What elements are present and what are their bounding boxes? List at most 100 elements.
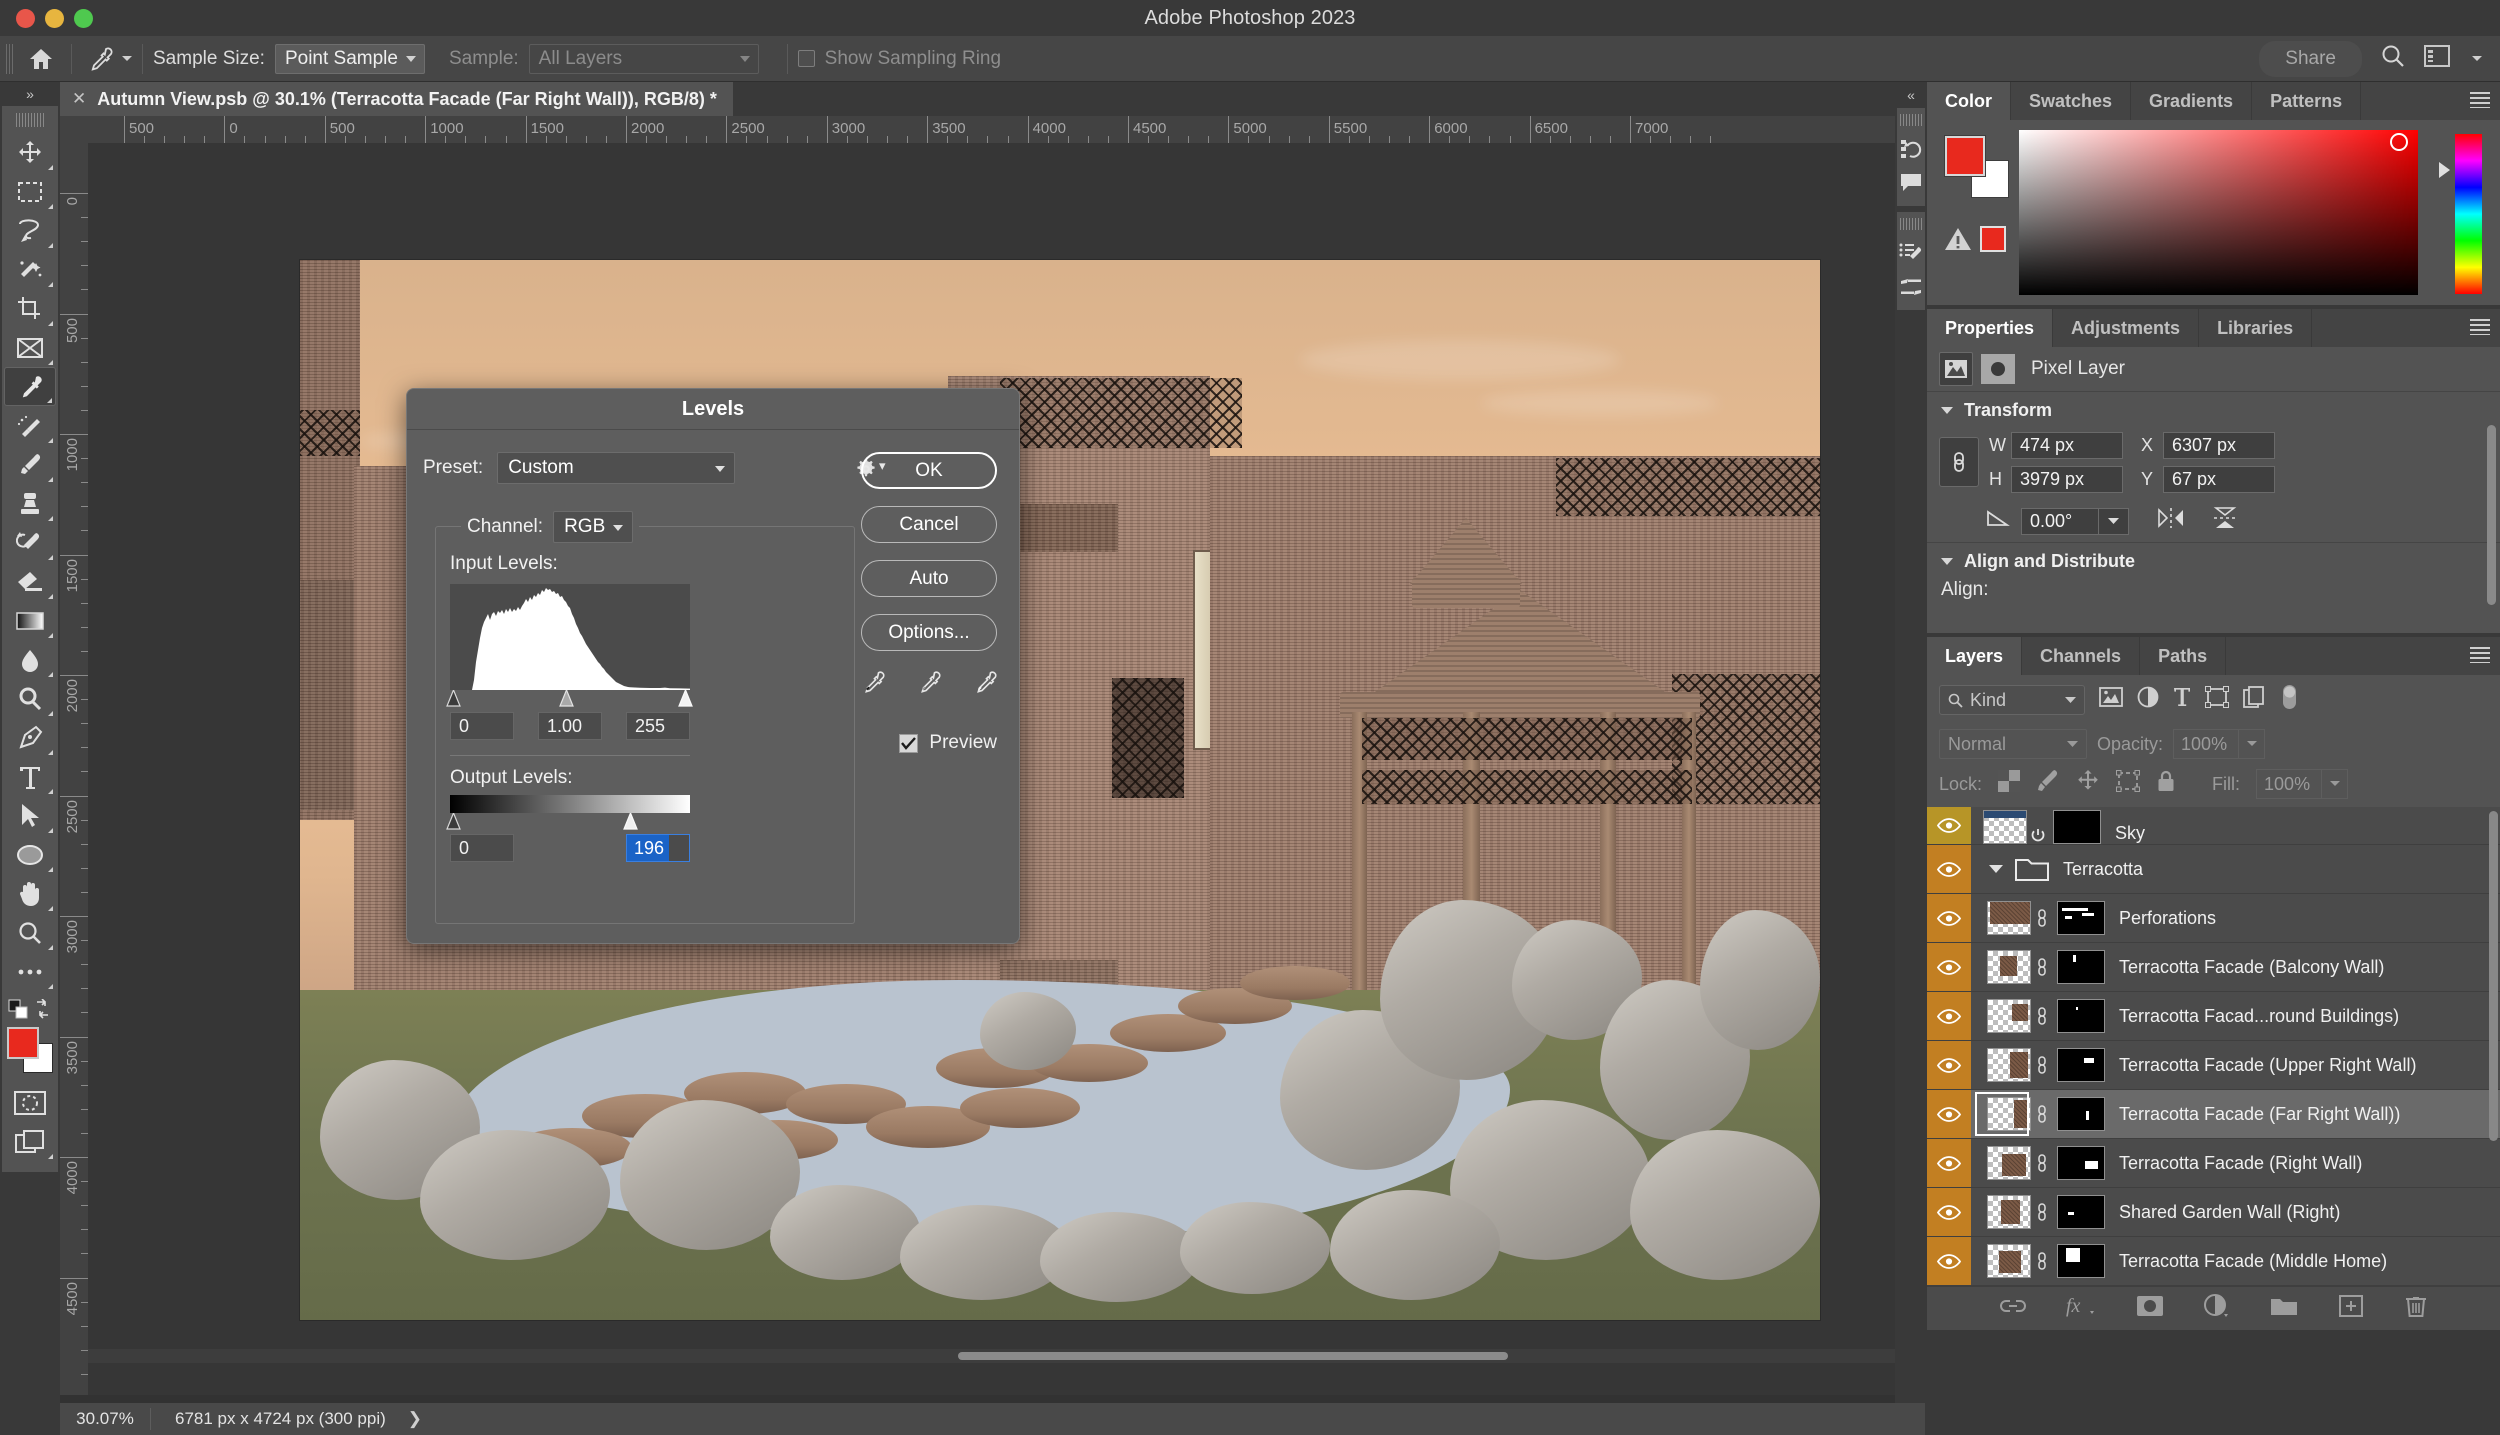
eyedropper-tool[interactable] xyxy=(4,367,56,406)
out-of-gamut-warning-icon[interactable] xyxy=(1943,226,1973,258)
layer-visibility-toggle[interactable] xyxy=(1927,1139,1971,1187)
delete-layer-icon[interactable] xyxy=(2404,1294,2428,1324)
layer-mask-thumbnail[interactable] xyxy=(2057,1146,2105,1180)
layer-name[interactable]: Terracotta Facade (Upper Right Wall) xyxy=(2119,1055,2416,1076)
layer-name[interactable]: Terracotta Facad...round Buildings) xyxy=(2119,1006,2399,1027)
double-chevron-left-icon[interactable]: « xyxy=(1895,82,1927,108)
tab-libraries[interactable]: Libraries xyxy=(2199,309,2313,347)
brush-tool[interactable] xyxy=(4,445,56,484)
layer-thumbnail[interactable] xyxy=(1987,1244,2031,1278)
output-levels-sliders[interactable] xyxy=(446,811,690,831)
hue-slider[interactable] xyxy=(2455,134,2482,294)
lasso-tool[interactable] xyxy=(4,211,56,250)
link-layers-icon[interactable] xyxy=(1999,1298,2026,1320)
layer-name[interactable]: Terracotta Facade (Right Wall) xyxy=(2119,1153,2362,1174)
quick-mask-icon[interactable] xyxy=(4,1083,56,1122)
layer-row[interactable]: Terracotta Facade (Right Wall) xyxy=(1927,1139,2500,1188)
layer-visibility-toggle[interactable] xyxy=(1927,1237,1971,1285)
new-adjustment-layer-icon[interactable] xyxy=(2203,1293,2230,1324)
layer-row[interactable]: Terracotta Facade (Far Right Wall)) xyxy=(1927,1090,2500,1139)
layer-thumbnail[interactable] xyxy=(1987,1146,2031,1180)
height-field[interactable]: 3979 px xyxy=(2011,465,2123,493)
width-field[interactable]: 474 px xyxy=(2011,431,2123,459)
tab-color[interactable]: Color xyxy=(1927,82,2011,120)
layer-visibility-toggle[interactable] xyxy=(1927,894,1971,942)
link-mask-icon[interactable] xyxy=(2031,1005,2053,1027)
link-mask-icon[interactable] xyxy=(2031,1201,2053,1223)
layer-list-scrollbar[interactable] xyxy=(2489,811,2498,1141)
color-field-handle[interactable] xyxy=(2390,133,2408,151)
layer-row[interactable]: Terracotta Facade (Middle Home) xyxy=(1927,1237,2500,1286)
tab-channels[interactable]: Channels xyxy=(2022,637,2141,675)
hue-slider-handle[interactable] xyxy=(2439,162,2450,178)
screen-mode-icon[interactable] xyxy=(4,1122,56,1161)
layer-visibility-toggle[interactable] xyxy=(1927,845,1971,893)
channel-select[interactable]: RGB xyxy=(553,511,634,543)
color-field[interactable] xyxy=(2019,130,2418,295)
link-mask-icon[interactable] xyxy=(2031,1054,2053,1076)
search-icon[interactable] xyxy=(2380,43,2406,75)
document-tab[interactable]: ✕ Autumn View.psb @ 30.1% (Terracotta Fa… xyxy=(60,82,733,116)
double-chevron-right-icon[interactable]: » xyxy=(0,82,60,106)
brush-settings-icon[interactable] xyxy=(1897,270,1925,304)
foreground-color-swatch[interactable] xyxy=(1944,135,1986,177)
filter-kind-select[interactable]: Kind xyxy=(1939,685,2085,715)
lock-transparent-pixels-icon[interactable] xyxy=(1998,770,2021,798)
lock-image-pixels-icon[interactable] xyxy=(2036,769,2060,799)
sample-size-select[interactable]: Point Sample xyxy=(274,43,425,74)
fill-stepper[interactable] xyxy=(2322,769,2349,799)
path-selection-tool[interactable] xyxy=(4,796,56,835)
layer-mask-thumbnail[interactable] xyxy=(2057,1097,2105,1131)
link-mask-icon[interactable] xyxy=(2031,1250,2053,1272)
blend-mode-select[interactable]: Normal xyxy=(1939,729,2087,759)
clone-stamp-tool[interactable] xyxy=(4,484,56,523)
options-bar-grip[interactable] xyxy=(6,43,15,74)
type-tool[interactable] xyxy=(4,757,56,796)
dodge-tool[interactable] xyxy=(4,679,56,718)
actions-brush-icon[interactable] xyxy=(1897,236,1925,270)
layer-row[interactable]: Perforations xyxy=(1927,894,2500,943)
layer-list[interactable]: Sky Terracotta Perforations Terracotta Faca… xyxy=(1927,807,2500,1286)
layer-row[interactable]: Terracotta Facade (Upper Right Wall) xyxy=(1927,1041,2500,1090)
edit-toolbar-button[interactable] xyxy=(4,952,56,991)
layer-thumbnail[interactable] xyxy=(1987,901,2031,935)
input-gamma-field[interactable]: 1.00 xyxy=(538,712,602,740)
spot-healing-brush-tool[interactable] xyxy=(4,406,56,445)
fx-icon[interactable]: fx xyxy=(2066,1295,2096,1323)
zoom-tool[interactable] xyxy=(4,913,56,952)
share-button[interactable]: Share xyxy=(2259,40,2362,77)
workspace-chevron-down-icon[interactable] xyxy=(2472,56,2482,61)
filter-smart-object-icon[interactable] xyxy=(2243,686,2265,714)
output-white-slider[interactable] xyxy=(623,811,638,830)
cancel-button[interactable]: Cancel xyxy=(861,506,997,543)
clipping-mask-icon[interactable] xyxy=(2027,828,2049,844)
tab-paths[interactable]: Paths xyxy=(2140,637,2227,675)
rectangular-marquee-tool[interactable] xyxy=(4,172,56,211)
layer-mask-thumbnail[interactable] xyxy=(2057,1195,2105,1229)
transform-section-header[interactable]: Transform xyxy=(1927,392,2500,428)
layer-mask-thumbnail[interactable] xyxy=(2057,950,2105,984)
tab-gradients[interactable]: Gradients xyxy=(2131,82,2253,120)
canvas-horizontal-scrollbar[interactable] xyxy=(88,1349,1925,1363)
panel-menu-icon[interactable] xyxy=(2470,319,2490,335)
flip-horizontal-icon[interactable] xyxy=(2157,507,2185,535)
layer-row[interactable]: Terracotta Facad...round Buildings) xyxy=(1927,992,2500,1041)
filter-adjustment-icon[interactable] xyxy=(2137,686,2159,714)
layer-name[interactable]: Terracotta Facade (Far Right Wall)) xyxy=(2119,1104,2400,1125)
set-white-point-eyedropper[interactable] xyxy=(973,670,997,700)
layer-visibility-toggle[interactable] xyxy=(1927,992,1971,1040)
lock-all-icon[interactable] xyxy=(2156,769,2176,799)
foreground-color-swatch[interactable] xyxy=(7,1027,39,1059)
pen-tool[interactable] xyxy=(4,718,56,757)
tab-swatches[interactable]: Swatches xyxy=(2011,82,2132,120)
layer-visibility-toggle[interactable] xyxy=(1927,943,1971,991)
layer-row[interactable]: Terracotta Facade (Balcony Wall) xyxy=(1927,943,2500,992)
canvas-viewport[interactable]: Levels Preset: Custom ▾ Channel: RGB Inp… xyxy=(88,143,1925,1395)
input-white-slider[interactable] xyxy=(678,688,693,707)
y-field[interactable]: 67 px xyxy=(2163,465,2275,493)
tab-patterns[interactable]: Patterns xyxy=(2252,82,2362,120)
set-black-point-eyedropper[interactable] xyxy=(861,670,885,700)
add-layer-mask-icon[interactable] xyxy=(2136,1295,2164,1323)
gradient-tool[interactable] xyxy=(4,601,56,640)
show-sampling-ring-checkbox[interactable] xyxy=(797,50,815,67)
